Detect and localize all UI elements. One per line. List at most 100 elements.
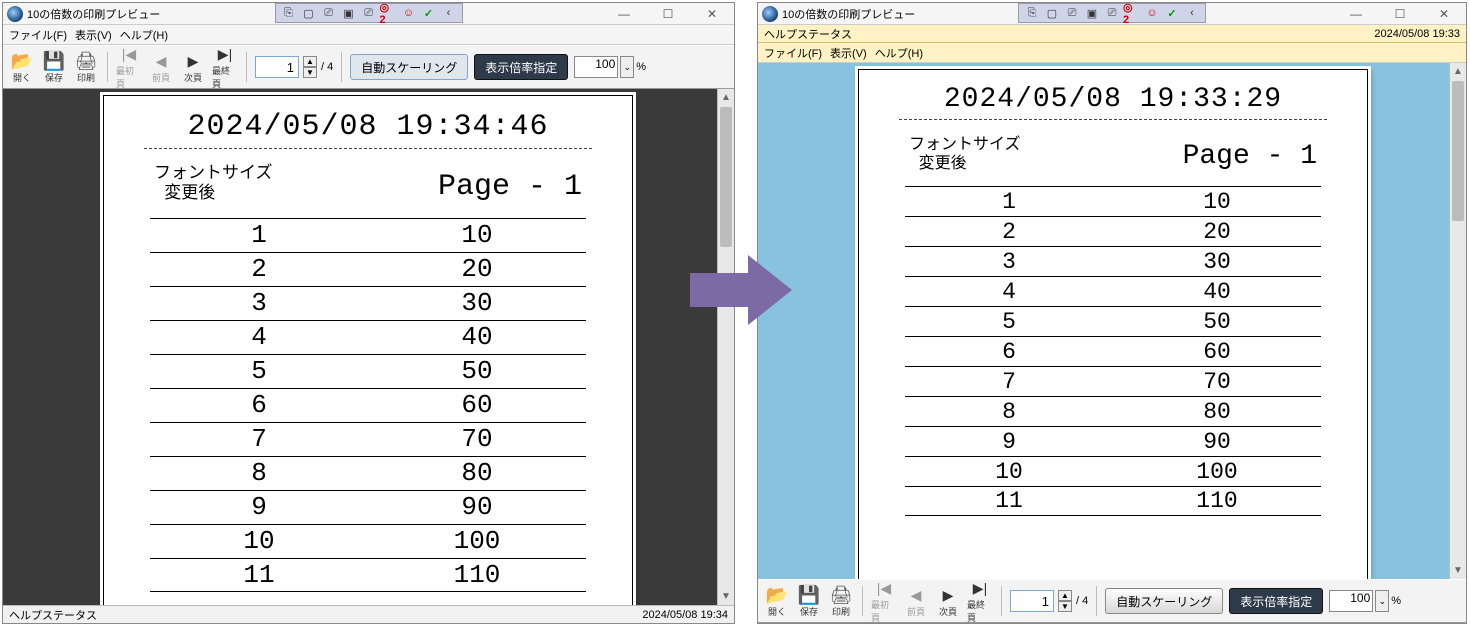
auto-scaling-button[interactable]: 自動スケーリング [1105, 588, 1223, 614]
check-icon[interactable]: ✓ [420, 5, 438, 21]
zoom-spec-button[interactable]: 表示倍率指定 [1229, 588, 1323, 614]
scroll-thumb[interactable] [1452, 81, 1464, 221]
page-number-box: ▲▼ / 4 [255, 56, 333, 78]
first-page-button[interactable]: |◀最初頁 [871, 582, 897, 620]
table-row: 10100 [150, 524, 586, 558]
scroll-thumb[interactable] [720, 107, 732, 247]
open-button[interactable]: 📂開く [764, 582, 790, 620]
table-row: 550 [150, 354, 586, 388]
page-number-label: Page - 1 [1183, 141, 1317, 172]
record-icon[interactable]: ◎ 2 [380, 5, 398, 21]
minimize-button[interactable]: — [1334, 3, 1378, 25]
titlebar[interactable]: 10の倍数の印刷プレビュー ⎘ ▢ ⎚ ▣ ⎚ ◎ 2 ☺ ✓ ‹ — ☐ ✕ [758, 3, 1466, 25]
window-left: 10の倍数の印刷プレビュー ⎘ ▢ ⎚ ▣ ⎚ ◎ 2 ☺ ✓ ‹ — ☐ ✕ … [2, 2, 735, 624]
page-total: / 4 [1076, 595, 1088, 607]
menu-help[interactable]: ヘルプ(H) [120, 27, 168, 43]
scroll-down-icon[interactable]: ▼ [1450, 562, 1466, 579]
minimize-button[interactable]: — [602, 3, 646, 25]
maximize-button[interactable]: ☐ [1378, 3, 1422, 25]
page-spinner[interactable]: ▲▼ [1058, 590, 1072, 612]
next-page-button[interactable]: ▶次頁 [180, 48, 206, 86]
record-icon[interactable]: ◎ 2 [1123, 5, 1141, 21]
menu-help[interactable]: ヘルプ(H) [875, 45, 923, 61]
title-toolstrip[interactable]: ⎘ ▢ ⎚ ▣ ⎚ ◎ 2 ☺ ✓ ‹ [275, 3, 463, 23]
chevron-left-icon[interactable]: ‹ [1183, 5, 1201, 21]
menu-file[interactable]: ファイル(F) [9, 27, 67, 43]
prev-page-button[interactable]: ◀前頁 [148, 48, 174, 86]
screen2-icon[interactable]: ⎚ [360, 5, 378, 21]
table-row: 770 [905, 366, 1321, 396]
print-button[interactable]: 🖨印刷 [828, 582, 854, 620]
prev-page-button[interactable]: ◀前頁 [903, 582, 929, 620]
scroll-up-icon[interactable]: ▲ [718, 89, 734, 106]
titlebar[interactable]: 10の倍数の印刷プレビュー ⎘ ▢ ⎚ ▣ ⎚ ◎ 2 ☺ ✓ ‹ — ☐ ✕ [3, 3, 734, 25]
zoom-dropdown-icon[interactable]: ⌄ [1375, 590, 1389, 612]
font-size-label: フォントサイズ 変更後 [909, 134, 1021, 172]
statusbar: ヘルプステータス 2024/05/08 19:34 [3, 605, 734, 623]
screen-icon[interactable]: ⎚ [1063, 5, 1081, 21]
square-icon[interactable]: ▣ [340, 5, 358, 21]
status-datetime: 2024/05/08 19:34 [642, 609, 728, 621]
page-number-label: Page - 1 [438, 170, 582, 204]
help-status-datetime: 2024/05/08 19:33 [1374, 28, 1460, 40]
zoom-value[interactable]: 100 [574, 56, 618, 78]
screen-icon[interactable]: ⎚ [320, 5, 338, 21]
scroll-down-icon[interactable]: ▼ [718, 588, 734, 605]
tool-icon[interactable]: ⎘ [280, 5, 298, 21]
zoom-percent: % [636, 61, 646, 73]
font-size-label: フォントサイズ 変更後 [154, 163, 273, 204]
menu-view[interactable]: 表示(V) [75, 27, 112, 43]
zoom-box: 100 ⌄ % [1329, 590, 1401, 612]
print-button[interactable]: 🖨印刷 [73, 48, 99, 86]
table-row: 880 [150, 456, 586, 490]
scroll-up-icon[interactable]: ▲ [1450, 63, 1466, 80]
screen2-icon[interactable]: ⎚ [1103, 5, 1121, 21]
camera-icon[interactable]: ▢ [1043, 5, 1061, 21]
open-button[interactable]: 📂開く [9, 48, 35, 86]
toolbar-bottom: 📂開く 💾保存 🖨印刷 |◀最初頁 ◀前頁 ▶次頁 ▶|最終頁 ▲▼ / 4 自… [758, 579, 1466, 623]
page-spinner[interactable]: ▲▼ [303, 56, 317, 78]
preview-area[interactable]: 2024/05/08 19:34:46 フォントサイズ 変更後 Page - 1… [3, 89, 734, 605]
maximize-button[interactable]: ☐ [646, 3, 690, 25]
preview-area[interactable]: 2024/05/08 19:33:29 フォントサイズ 変更後 Page - 1… [758, 63, 1466, 579]
zoom-dropdown-icon[interactable]: ⌄ [620, 56, 634, 78]
table-row: 110 [905, 186, 1321, 216]
table-row: 660 [905, 336, 1321, 366]
camera-icon[interactable]: ▢ [300, 5, 318, 21]
page-number-input[interactable] [255, 56, 299, 78]
menu-view[interactable]: 表示(V) [830, 45, 867, 61]
app-icon [7, 6, 23, 22]
window-title: 10の倍数の印刷プレビュー [782, 6, 915, 22]
last-page-button[interactable]: ▶|最終頁 [212, 48, 238, 86]
table-row: 11110 [150, 558, 586, 592]
zoom-spec-button[interactable]: 表示倍率指定 [474, 54, 568, 80]
auto-scaling-button[interactable]: 自動スケーリング [350, 54, 468, 80]
person-icon[interactable]: ☺ [400, 5, 418, 21]
vertical-scrollbar[interactable]: ▲ ▼ [717, 89, 734, 605]
chevron-left-icon[interactable]: ‹ [440, 5, 458, 21]
close-button[interactable]: ✕ [690, 3, 734, 25]
close-button[interactable]: ✕ [1422, 3, 1466, 25]
zoom-value[interactable]: 100 [1329, 590, 1373, 612]
square-icon[interactable]: ▣ [1083, 5, 1101, 21]
page-canvas: 2024/05/08 19:34:46 フォントサイズ 変更後 Page - 1… [103, 95, 633, 605]
person-icon[interactable]: ☺ [1143, 5, 1161, 21]
next-page-button[interactable]: ▶次頁 [935, 582, 961, 620]
check-icon[interactable]: ✓ [1163, 5, 1181, 21]
title-toolstrip[interactable]: ⎘ ▢ ⎚ ▣ ⎚ ◎ 2 ☺ ✓ ‹ [1018, 3, 1206, 23]
last-page-button[interactable]: ▶|最終頁 [967, 582, 993, 620]
page-number-input[interactable] [1010, 590, 1054, 612]
separator [1096, 586, 1097, 616]
tool-icon[interactable]: ⎘ [1023, 5, 1041, 21]
separator [107, 52, 108, 82]
menubar: ファイル(F) 表示(V) ヘルプ(H) [3, 25, 734, 45]
table-row: 330 [150, 286, 586, 320]
vertical-scrollbar[interactable]: ▲ ▼ [1449, 63, 1466, 579]
save-button[interactable]: 💾保存 [41, 48, 67, 86]
table-row: 990 [905, 426, 1321, 456]
table-row: 330 [905, 246, 1321, 276]
menu-file[interactable]: ファイル(F) [764, 45, 822, 61]
save-button[interactable]: 💾保存 [796, 582, 822, 620]
table-row: 550 [905, 306, 1321, 336]
first-page-button[interactable]: |◀最初頁 [116, 48, 142, 86]
